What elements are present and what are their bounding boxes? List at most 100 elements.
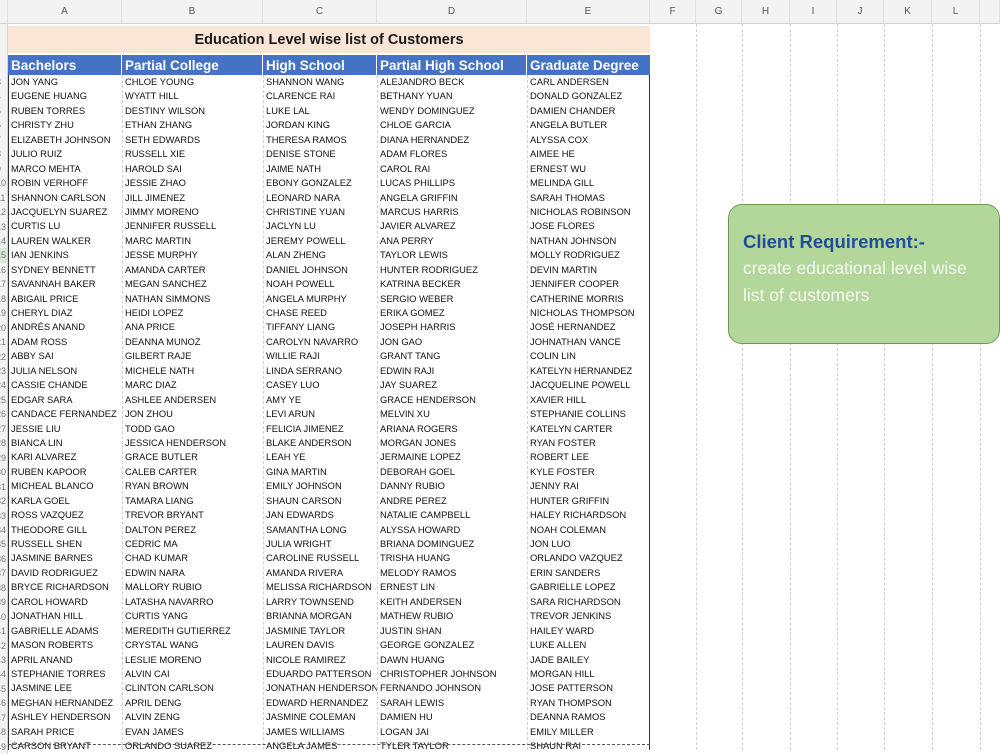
table-cell[interactable]: JOSÉ HERNANDEZ [527,320,650,334]
table-cell[interactable]: GINA MARTIN [263,465,377,479]
table-cell[interactable]: KATELYN CARTER [527,422,650,436]
table-cell[interactable]: NICHOLAS ROBINSON [527,205,650,219]
sheet-title[interactable]: Education Level wise list of Customers [8,26,650,53]
table-cell[interactable]: DAVID RODRIGUEZ [8,566,122,580]
table-cell[interactable]: HALEY RICHARDSON [527,508,650,522]
table-cell[interactable]: EDGAR SARA [8,393,122,407]
column-header[interactable]: A [8,0,122,24]
table-cell[interactable]: CASEY LUO [263,378,377,392]
row-header[interactable]: 46 [0,696,8,711]
table-cell[interactable]: NATHAN SIMMONS [122,292,263,306]
table-cell[interactable]: ALVIN CAI [122,667,263,681]
table-cell[interactable]: GRACE HENDERSON [377,393,527,407]
row-header[interactable]: 5 [0,103,8,119]
table-cell[interactable]: ANA PERRY [377,234,527,248]
table-cell[interactable]: CARL ANDERSEN [527,75,650,89]
table-cell[interactable]: LINDA SERRANO [263,364,377,378]
table-cell[interactable]: JACQUELINE POWELL [527,378,650,392]
select-all-corner[interactable] [0,0,8,24]
table-cell[interactable]: XAVIER HILL [527,393,650,407]
table-cell[interactable]: MEGAN SANCHEZ [122,277,263,291]
column-header[interactable]: I [790,0,837,24]
row-header[interactable]: 6 [0,118,8,133]
table-cell[interactable]: ERIKA GOMEZ [377,306,527,320]
table-cell[interactable]: BIANCA LIN [8,436,122,450]
row-header[interactable]: 48 [0,725,8,740]
table-cell[interactable]: JENNIFER RUSSELL [122,219,263,233]
table-cell[interactable]: FERNANDO JOHNSON [377,681,527,695]
table-cell[interactable]: ANDRE PEREZ [377,494,527,508]
table-cell[interactable]: MARC DIAZ [122,378,263,392]
table-cell[interactable]: IAN JENKINS [8,248,122,262]
column-header[interactable]: K [884,0,932,24]
table-cell[interactable]: LEAH YE [263,450,377,464]
table-cell[interactable]: CHLOE YOUNG [122,75,263,89]
table-cell[interactable]: JORDAN KING [263,118,377,132]
table-cell[interactable]: JADE BAILEY [527,653,650,667]
table-cell[interactable]: DALTON PEREZ [122,523,263,537]
table-cell[interactable]: CURTIS YANG [122,609,263,623]
table-cell[interactable]: LUKE LAL [263,104,377,118]
table-cell[interactable]: SAVANNAH BAKER [8,277,122,291]
row-header[interactable]: 38 [0,580,8,596]
table-cell[interactable]: AMANDA RIVERA [263,566,377,580]
table-cell[interactable]: WENDY DOMINGUEZ [377,104,527,118]
header-partial-college[interactable]: Partial College [122,55,263,75]
row-header[interactable]: 31 [0,479,8,495]
table-cell[interactable]: CHRISTINE YUAN [263,205,377,219]
row-header[interactable]: 7 [0,132,8,148]
table-cell[interactable]: EBONY GONZALEZ [263,176,377,190]
column-header[interactable]: G [696,0,742,24]
row-header[interactable] [0,53,8,75]
table-cell[interactable]: WYATT HILL [122,89,263,103]
table-cell[interactable]: ALEJANDRO BECK [377,75,527,89]
table-cell[interactable]: ANGELA BUTLER [527,118,650,132]
table-cell[interactable]: MEREDITH GUTIERREZ [122,624,263,638]
table-cell[interactable]: KEITH ANDERSEN [377,595,527,609]
table-cell[interactable]: RYAN BROWN [122,479,263,493]
table-cell[interactable]: SAMANTHA LONG [263,523,377,537]
table-cell[interactable]: DEANNA MUNOZ [122,335,263,349]
table-cell[interactable]: SHAUN CARSON [263,494,377,508]
table-cell[interactable]: JACQUELYN SUAREZ [8,205,122,219]
table-cell[interactable]: LEONARD NARA [263,191,377,205]
table-cell[interactable]: JASMINE BARNES [8,551,122,565]
table-cell[interactable]: JON YANG [8,75,122,89]
table-cell[interactable]: CLARENCE RAI [263,89,377,103]
table-cell[interactable]: SARAH LEWIS [377,696,527,710]
table-cell[interactable]: MELISSA RICHARDSON [263,580,377,594]
table-cell[interactable]: JON LUO [527,537,650,551]
table-cell[interactable]: MELVIN XU [377,407,527,421]
table-cell[interactable]: MELODY RAMOS [377,566,527,580]
table-cell[interactable]: JENNIFER COOPER [527,277,650,291]
table-cell[interactable]: AIMEE HE [527,147,650,161]
table-cell[interactable]: JAN EDWARDS [263,508,377,522]
row-header[interactable]: 41 [0,624,8,639]
table-cell[interactable]: ANGELA JAMES [263,739,377,753]
table-cell[interactable]: TAYLOR LEWIS [377,248,527,262]
table-cell[interactable]: LARRY TOWNSEND [263,595,377,609]
table-cell[interactable]: TAMARA LIANG [122,494,263,508]
header-high-school[interactable]: High School [263,55,377,75]
table-cell[interactable]: HUNTER GRIFFIN [527,494,650,508]
table-cell[interactable]: DANNY RUBIO [377,479,527,493]
table-cell[interactable]: DAWN HUANG [377,653,527,667]
table-cell[interactable]: DEANNA RAMOS [527,710,650,724]
table-cell[interactable]: ERNEST LIN [377,580,527,594]
table-cell[interactable]: JON ZHOU [122,407,263,421]
row-header[interactable]: 16 [0,262,8,278]
header-bachelors[interactable]: Bachelors [8,55,122,75]
row-header[interactable]: 25 [0,392,8,408]
table-cell[interactable]: NICHOLAS THOMPSON [527,306,650,320]
column-header[interactable]: L [932,0,980,24]
table-cell[interactable]: CRYSTAL WANG [122,638,263,652]
table-cell[interactable]: HAROLD SAI [122,162,263,176]
table-cell[interactable]: MALLORY RUBIO [122,580,263,594]
table-cell[interactable]: SYDNEY BENNETT [8,263,122,277]
spreadsheet-sheet[interactable]: ABCDEFGHIJKL 345678910111213141516171819… [0,0,1000,754]
table-cell[interactable]: MARC MARTIN [122,234,263,248]
row-header[interactable]: 20 [0,320,8,336]
table-cell[interactable]: LESLIE MORENO [122,653,263,667]
table-cell[interactable]: HAILEY WARD [527,624,650,638]
table-cell[interactable]: KARI ALVAREZ [8,450,122,464]
